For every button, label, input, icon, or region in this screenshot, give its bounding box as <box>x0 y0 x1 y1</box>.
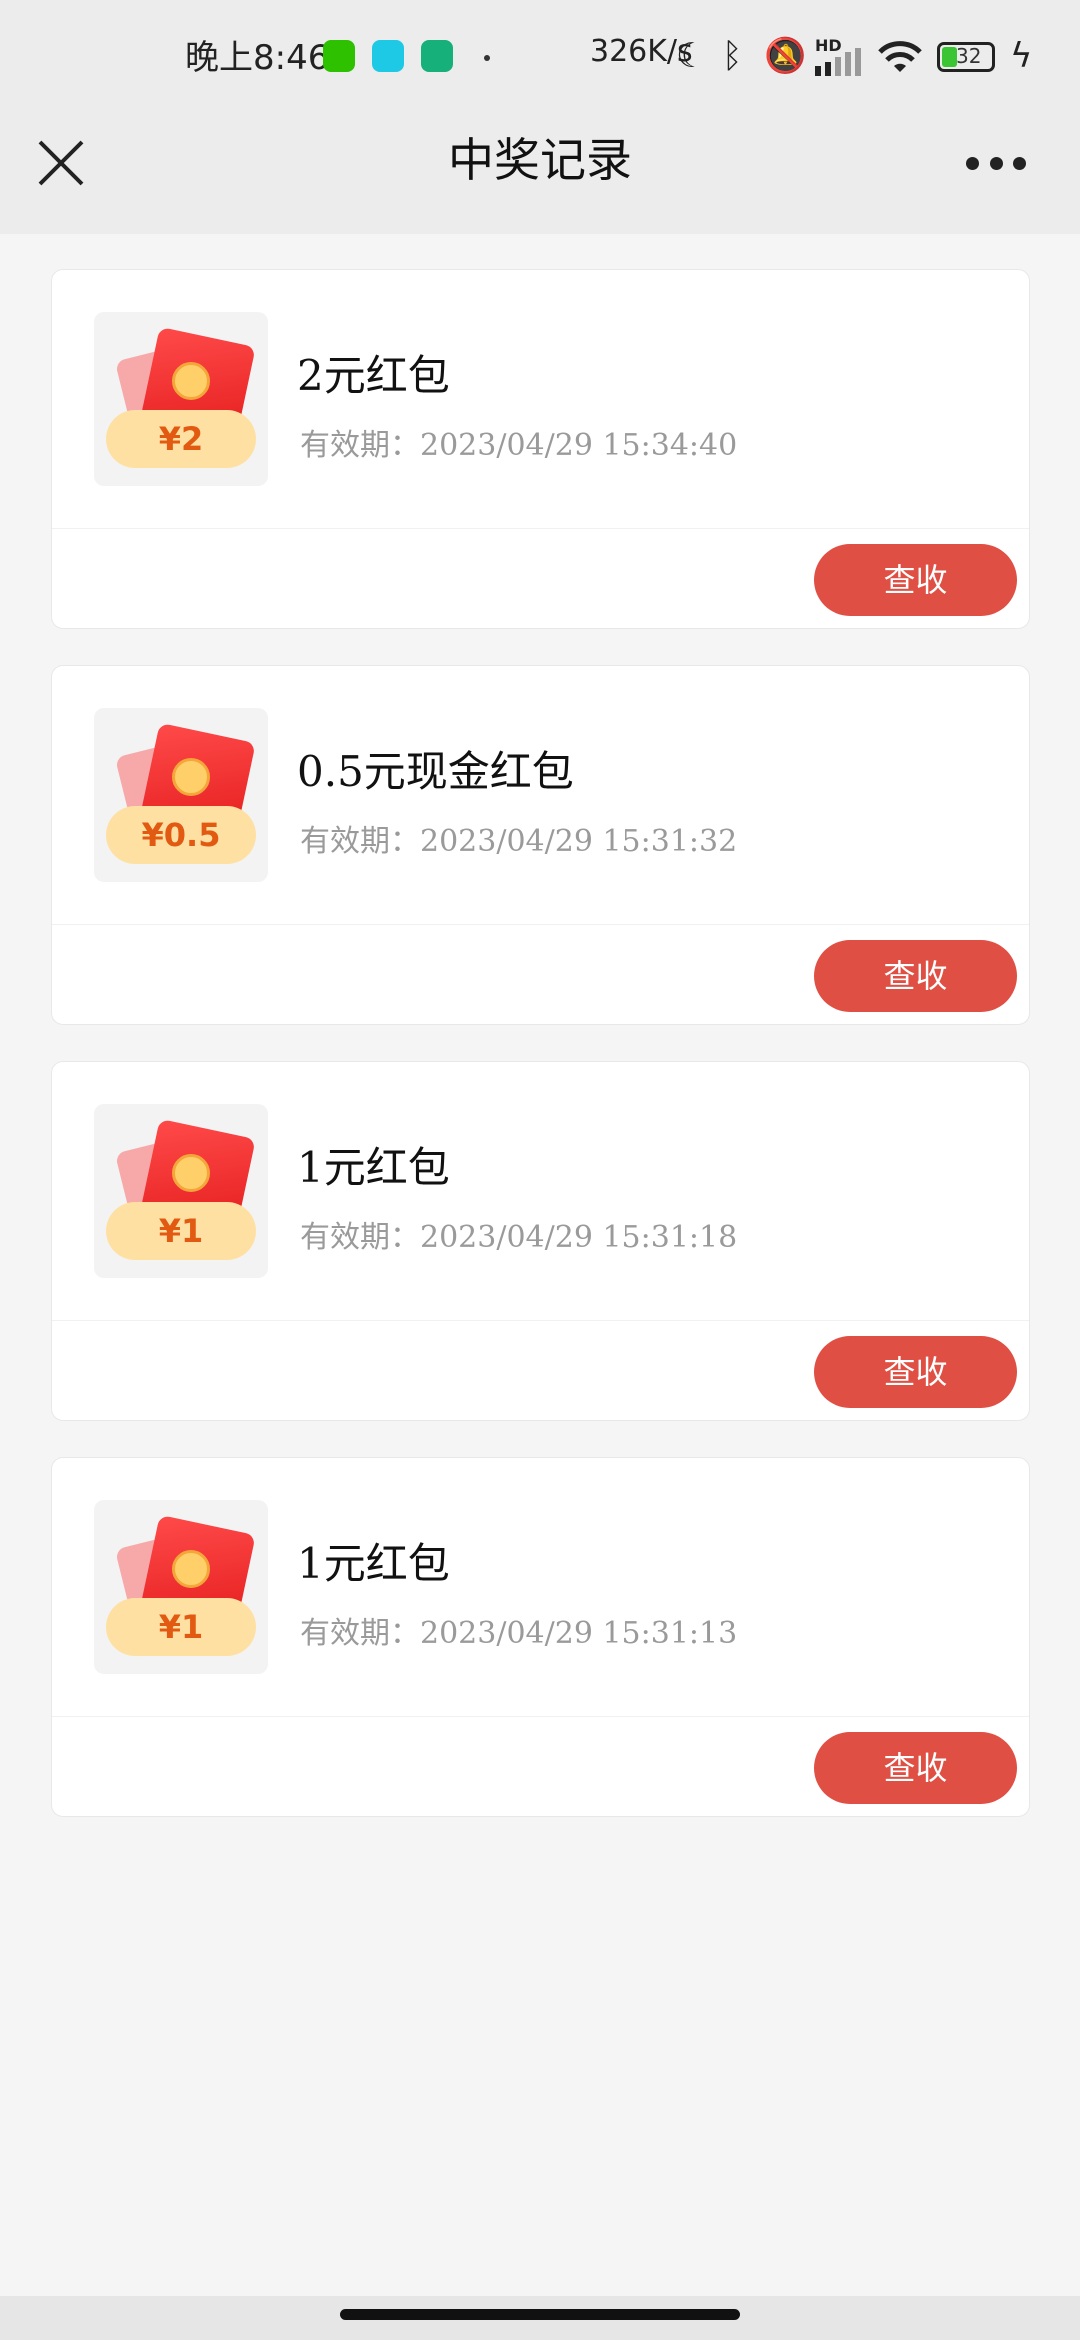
prize-expiry: 有效期：2023/04/29 15:31:18 <box>300 1220 738 1255</box>
divider <box>52 924 1029 925</box>
qq-icon <box>372 40 404 72</box>
mute-bell-icon: 🔕 <box>764 36 807 76</box>
prize-name: 1元红包 <box>297 1143 450 1192</box>
signal-icon <box>815 48 861 76</box>
moon-icon: ☾ <box>676 36 707 76</box>
red-envelope-icon: ¥1 <box>94 1104 268 1278</box>
wifi-icon <box>878 41 922 72</box>
red-envelope-icon: ¥0.5 <box>94 708 268 882</box>
divider <box>52 528 1029 529</box>
amount-badge: ¥1 <box>106 1202 256 1260</box>
amount-badge: ¥1 <box>106 1598 256 1656</box>
prize-expiry: 有效期：2023/04/29 15:31:13 <box>300 1616 738 1651</box>
nav-bar: 中奖记录 <box>0 110 1080 234</box>
status-bar: 晚上8:46 326K/s ☾ ᛒ 🔕 HD 32 ϟ <box>0 0 1080 110</box>
claim-button[interactable]: 查收 <box>814 544 1017 616</box>
status-time: 晚上8:46 <box>185 38 330 78</box>
bluetooth-icon: ᛒ <box>722 36 743 76</box>
battery-icon: 32 <box>937 42 995 72</box>
prize-record-list: ¥2 2元红包 有效期：2023/04/29 15:34:40 查收 ¥0.5 … <box>51 269 1030 1853</box>
divider <box>52 1320 1029 1321</box>
red-envelope-icon: ¥2 <box>94 312 268 486</box>
prize-name: 1元红包 <box>297 1539 450 1588</box>
prize-record-card: ¥2 2元红包 有效期：2023/04/29 15:34:40 查收 <box>51 269 1030 629</box>
charging-icon: ϟ <box>1010 36 1033 76</box>
prize-name: 0.5元现金红包 <box>297 747 574 796</box>
amount-badge: ¥0.5 <box>106 806 256 864</box>
page-title: 中奖记录 <box>448 133 632 187</box>
amount-badge: ¥2 <box>106 410 256 468</box>
notification-dot-icon <box>484 55 490 61</box>
claim-button[interactable]: 查收 <box>814 1336 1017 1408</box>
battery-level: 32 <box>956 44 982 68</box>
wechat-icon <box>323 40 355 72</box>
red-envelope-icon: ¥1 <box>94 1500 268 1674</box>
prize-record-card: ¥1 1元红包 有效期：2023/04/29 15:31:18 查收 <box>51 1061 1030 1421</box>
divider <box>52 1716 1029 1717</box>
home-indicator[interactable] <box>340 2309 740 2320</box>
claim-button[interactable]: 查收 <box>814 940 1017 1012</box>
prize-record-card: ¥1 1元红包 有效期：2023/04/29 15:31:13 查收 <box>51 1457 1030 1817</box>
prize-name: 2元红包 <box>297 351 450 400</box>
prize-record-card: ¥0.5 0.5元现金红包 有效期：2023/04/29 15:31:32 查收 <box>51 665 1030 1025</box>
shield-icon <box>421 40 453 72</box>
prize-expiry: 有效期：2023/04/29 15:31:32 <box>300 824 738 859</box>
prize-expiry: 有效期：2023/04/29 15:34:40 <box>300 428 738 463</box>
claim-button[interactable]: 查收 <box>814 1732 1017 1804</box>
more-options-icon[interactable] <box>966 157 1026 171</box>
